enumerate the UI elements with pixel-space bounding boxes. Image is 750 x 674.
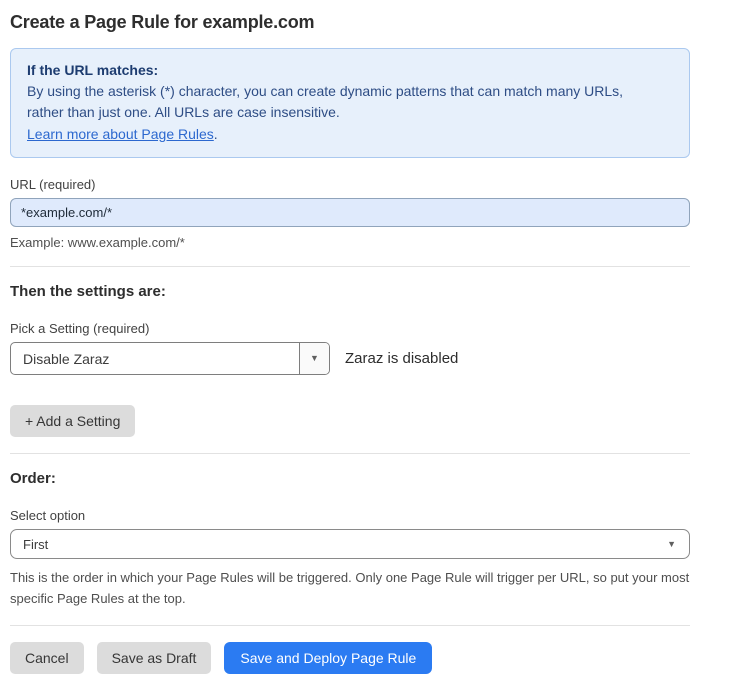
form-action-buttons: Cancel Save as Draft Save and Deploy Pag… [10, 642, 692, 674]
divider [10, 266, 690, 267]
save-and-deploy-button[interactable]: Save and Deploy Page Rule [224, 642, 432, 674]
cancel-button[interactable]: Cancel [10, 642, 84, 674]
order-select[interactable]: First ▼ [10, 529, 690, 559]
order-select-label: Select option [10, 508, 692, 523]
pick-setting-label: Pick a Setting (required) [10, 321, 692, 336]
chevron-down-icon: ▼ [667, 540, 676, 549]
setting-select-value: Disable Zaraz [11, 351, 109, 367]
url-field-label: URL (required) [10, 177, 692, 192]
info-box-link-line: Learn more about Page Rules. [27, 123, 673, 145]
url-example-helper: Example: www.example.com/* [10, 235, 692, 250]
divider [10, 453, 690, 454]
create-page-rule-form: Create a Page Rule for example.com If th… [0, 0, 692, 674]
setting-picker-row: Disable Zaraz ▼ Zaraz is disabled [10, 342, 692, 375]
url-input[interactable] [10, 198, 690, 227]
order-select-value: First [11, 537, 48, 552]
info-box-body-text: By using the asterisk (*) character, you… [27, 81, 647, 123]
save-as-draft-button[interactable]: Save as Draft [97, 642, 212, 674]
settings-section-heading: Then the settings are: [10, 283, 692, 300]
info-box-heading: If the URL matches: [27, 59, 673, 81]
chevron-down-icon: ▼ [310, 354, 319, 363]
order-helper-text: This is the order in which your Page Rul… [10, 567, 690, 609]
link-suffix-period: . [214, 126, 218, 142]
add-setting-button[interactable]: + Add a Setting [10, 405, 135, 437]
setting-status-text: Zaraz is disabled [345, 350, 458, 367]
setting-select[interactable]: Disable Zaraz ▼ [10, 342, 330, 375]
url-match-info-box: If the URL matches: By using the asteris… [10, 48, 690, 158]
divider [10, 625, 690, 626]
page-title: Create a Page Rule for example.com [10, 12, 692, 33]
order-section-heading: Order: [10, 470, 692, 487]
learn-more-page-rules-link[interactable]: Learn more about Page Rules [27, 126, 214, 142]
setting-select-arrow-button[interactable]: ▼ [299, 343, 329, 374]
